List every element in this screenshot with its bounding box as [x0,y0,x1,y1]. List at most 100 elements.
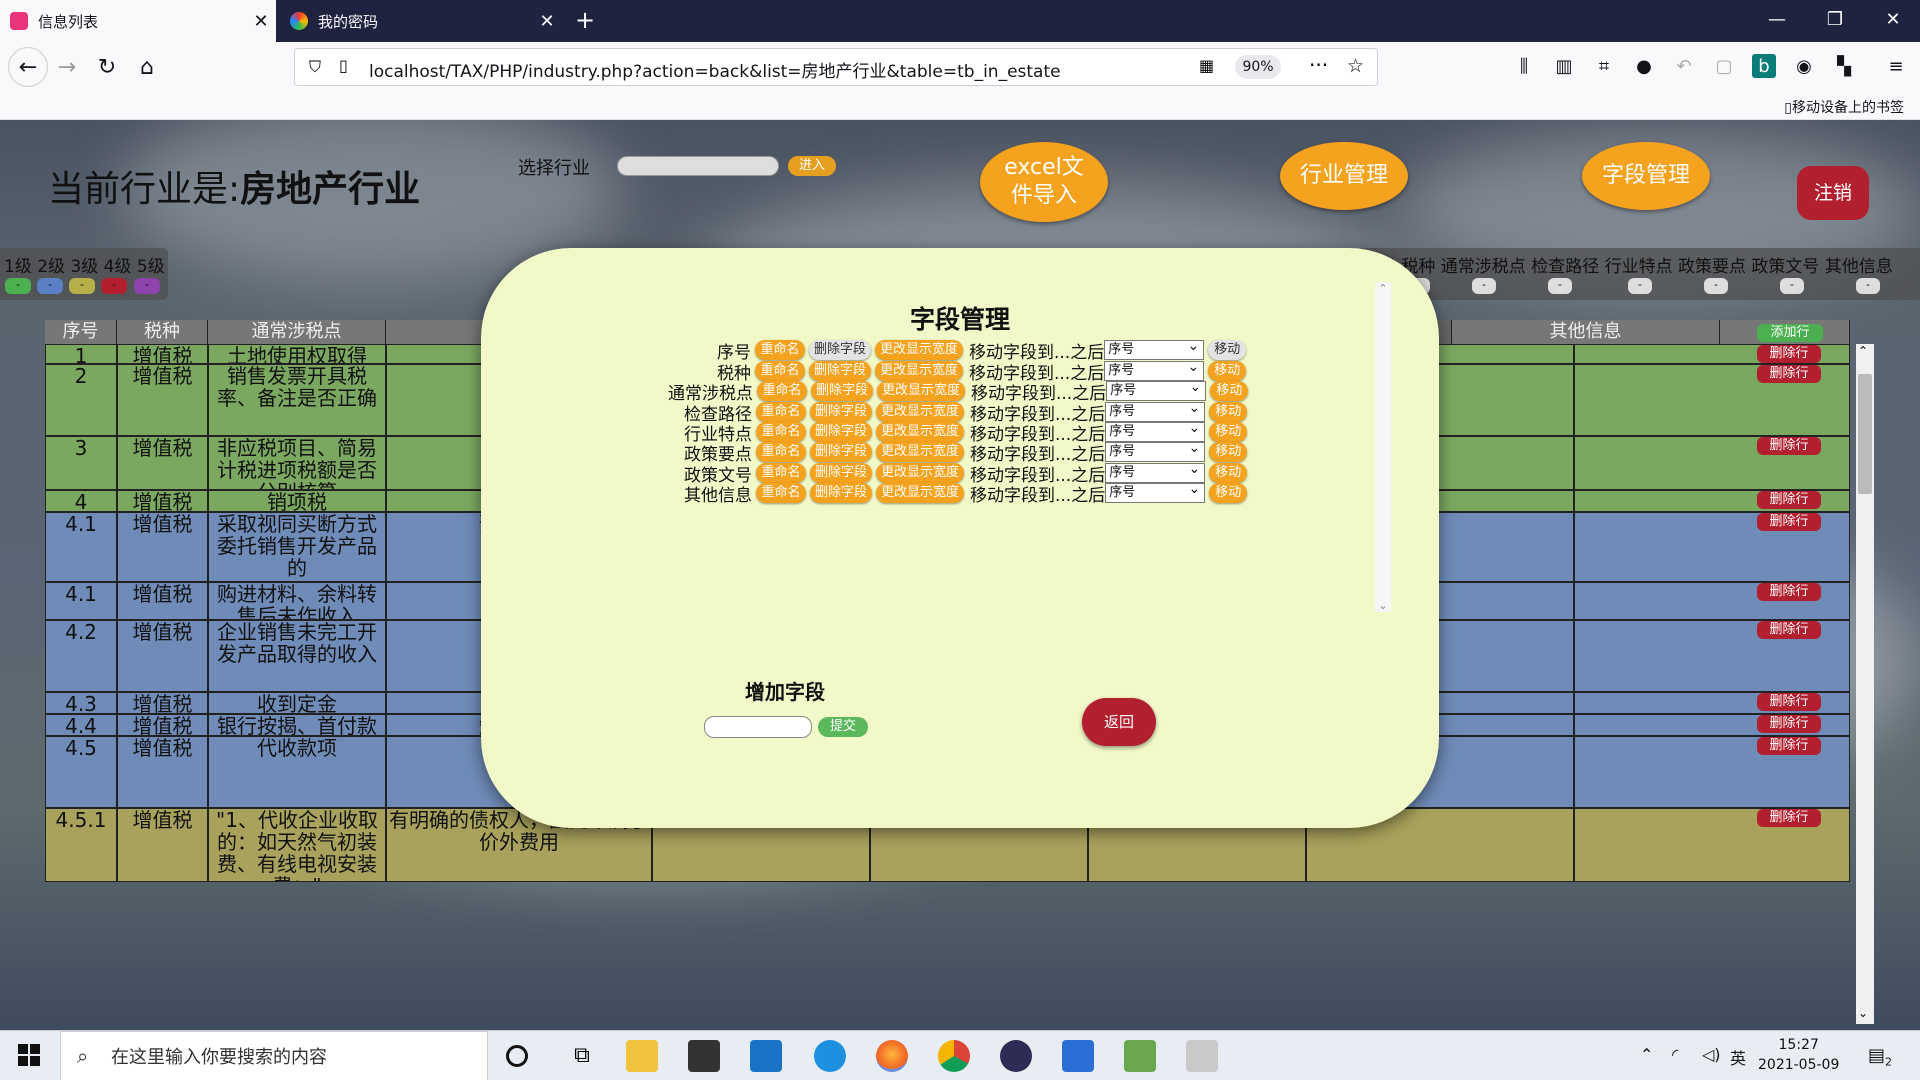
menu-icon[interactable]: ≡ [1884,54,1908,78]
move-target-select[interactable]: 序号 [1105,439,1206,462]
qr-code-icon[interactable]: ▦ [1199,56,1214,75]
rename-field-button[interactable]: 重命名 [757,381,807,401]
delete-row-button[interactable]: 删除行 [1757,491,1821,509]
change-width-button[interactable]: 更改显示宽度 [876,463,964,483]
library-icon[interactable]: ⫼ [1512,54,1536,78]
task-view-icon[interactable]: ⧉ [566,1040,598,1072]
dialog-scrollbar[interactable]: ⌃ ⌄ [1375,282,1391,612]
delete-field-button[interactable]: 删除字段 [810,463,872,483]
minimize-icon[interactable]: — [1748,0,1806,42]
paint-icon[interactable] [1186,1040,1218,1072]
notification-icon[interactable]: ▤2 [1868,1045,1892,1069]
change-width-button[interactable]: 更改显示宽度 [876,442,964,462]
move-button[interactable]: 移动 [1209,463,1248,483]
ime-indicator[interactable]: 英 [1730,1045,1746,1069]
volume-icon[interactable]: ◁) [1702,1045,1721,1064]
undo-icon[interactable]: ↶ [1672,54,1696,78]
move-target-select[interactable]: 序号 [1104,337,1205,360]
windows-start-icon[interactable] [18,1044,40,1066]
level-3-toggle[interactable]: - [69,278,95,294]
bing-icon[interactable]: b [1752,54,1776,78]
move-button[interactable]: 移动 [1209,402,1248,422]
delete-field-button[interactable]: 删除字段 [810,483,872,503]
delete-row-button[interactable]: 删除行 [1757,513,1821,531]
scroll-down-icon[interactable]: ⌄ [1375,599,1391,612]
move-button[interactable]: 移动 [1208,340,1247,360]
clock[interactable]: 15:27 2021-05-09 [1758,1035,1839,1075]
column-toggle-button[interactable]: - [1704,278,1728,294]
rename-field-button[interactable]: 重命名 [756,483,806,503]
address-bar[interactable]: ⛉ ▯ localhost/TAX/PHP/industry.php?actio… [294,48,1378,86]
reload-icon[interactable]: ↻ [90,50,124,84]
back-button[interactable]: 返回 [1082,698,1156,746]
submit-button[interactable]: 提交 [818,717,868,737]
rename-field-button[interactable]: 重命名 [756,422,806,442]
image-editor-icon[interactable] [1124,1040,1156,1072]
zoom-level[interactable]: 90% [1235,55,1281,79]
new-field-input[interactable] [704,716,812,738]
column-toggle-button[interactable]: - [1472,278,1496,294]
delete-row-button[interactable]: 删除行 [1757,693,1821,711]
chrome-icon[interactable] [938,1040,970,1072]
delete-field-button[interactable]: 删除字段 [809,361,871,381]
rename-field-button[interactable]: 重命名 [756,463,806,483]
screenshot-crop-icon[interactable]: ⌗ [1592,54,1616,78]
close-tab-icon[interactable]: ✕ [532,11,562,32]
move-button[interactable]: 移动 [1210,381,1249,401]
eclipse-icon[interactable] [1000,1040,1032,1072]
mail-icon[interactable] [750,1040,782,1072]
delete-field-button[interactable]: 删除字段 [810,402,872,422]
change-width-button[interactable]: 更改显示宽度 [876,402,964,422]
change-width-button[interactable]: 更改显示宽度 [875,361,963,381]
taskbar-search[interactable]: ⌕ 在这里输入你要搜索的内容 [60,1031,488,1080]
store-icon[interactable] [688,1040,720,1072]
column-toggle-button[interactable]: - [1628,278,1652,294]
field-manage-button[interactable]: 字段管理 [1582,142,1710,210]
delete-row-button[interactable]: 删除行 [1757,437,1821,455]
network-icon[interactable]: ◜ [1672,1045,1678,1064]
move-button[interactable]: 移动 [1209,422,1248,442]
rename-field-button[interactable]: 重命名 [755,340,805,360]
url-text[interactable]: localhost/TAX/PHP/industry.php?action=ba… [369,57,1061,82]
back-arrow-icon[interactable]: ← [8,47,48,87]
move-button[interactable]: 移动 [1209,442,1248,462]
excel-import-button[interactable]: excel文件导入 [980,142,1108,222]
window-close-icon[interactable]: ✕ [1864,0,1920,42]
table-scrollbar[interactable]: ⌃ ⌄ [1856,344,1874,1024]
close-tab-icon[interactable]: ✕ [246,11,276,32]
scroll-down-icon[interactable]: ⌄ [1858,1006,1868,1020]
delete-field-button[interactable]: 删除字段 [809,340,871,360]
column-toggle-button[interactable]: - [1780,278,1804,294]
add-row-button[interactable]: 添加行 [1757,324,1823,342]
level-1-toggle[interactable]: - [5,278,31,294]
delete-row-button[interactable]: 删除行 [1757,737,1821,755]
scroll-up-icon[interactable]: ⌃ [1858,344,1868,358]
scroll-thumb[interactable] [1858,374,1872,494]
change-width-button[interactable]: 更改显示宽度 [875,340,963,360]
cortana-icon[interactable] [506,1045,528,1067]
word-icon[interactable] [1062,1040,1094,1072]
industry-manage-button[interactable]: 行业管理 [1280,142,1408,210]
account-icon[interactable]: ◉ [1792,54,1816,78]
column-toggle-button[interactable]: - [1856,278,1880,294]
new-tab-icon[interactable]: + [570,6,600,36]
rename-field-button[interactable]: 重命名 [755,361,805,381]
enter-button[interactable]: 进入 [788,156,836,176]
chat-app-icon[interactable] [814,1040,846,1072]
tab-my-password[interactable]: 我的密码 ✕ [280,0,562,42]
delete-row-button[interactable]: 删除行 [1757,715,1821,733]
firefox-icon[interactable] [876,1040,908,1072]
more-actions-icon[interactable]: ··· [1309,53,1328,77]
change-width-button[interactable]: 更改显示宽度 [876,483,964,503]
move-button[interactable]: 移动 [1209,483,1248,503]
container-icon[interactable]: ▢ [1712,54,1736,78]
shield-icon[interactable]: ⛉ [309,57,321,77]
delete-field-button[interactable]: 删除字段 [810,442,872,462]
delete-row-button[interactable]: 删除行 [1757,583,1821,601]
delete-field-button[interactable]: 删除字段 [811,381,873,401]
logout-button[interactable]: 注销 [1797,166,1869,220]
mobile-bookmarks[interactable]: ▯移动设备上的书签 [1784,97,1904,117]
extensions-icon[interactable]: ▚ [1832,54,1856,78]
level-5-toggle[interactable]: - [134,278,160,294]
delete-row-button[interactable]: 删除行 [1757,809,1821,827]
